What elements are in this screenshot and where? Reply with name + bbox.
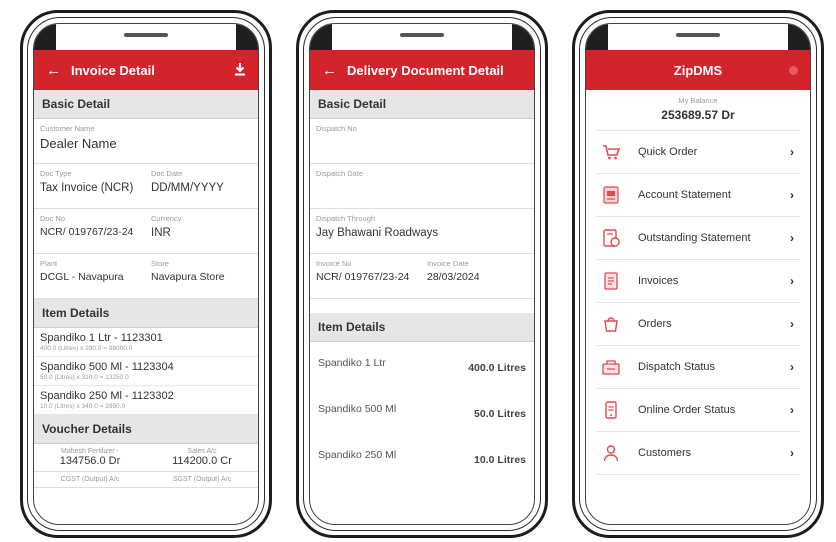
chevron-right-icon: › — [790, 403, 794, 417]
dispatch-icon — [602, 360, 620, 375]
phone-home: ZipDMS My Balance 253689.57 Dr Quick Ord… — [572, 10, 824, 538]
screen: ← Delivery Document Detail Basic Detail … — [309, 23, 535, 525]
menu-item-outstanding-statement[interactable]: Outstanding Statement › — [596, 217, 800, 260]
basic-detail-header: Basic Detail — [310, 90, 534, 119]
chevron-right-icon: › — [790, 360, 794, 374]
phone-invoice-detail: ← Invoice Detail Basic Detail Customer N… — [20, 10, 272, 538]
notification-dot-icon[interactable] — [789, 66, 798, 75]
app-bar: ZipDMS — [586, 50, 810, 90]
menu-item-orders[interactable]: Orders › — [596, 303, 800, 346]
item-details-header: Item Details — [34, 299, 258, 328]
home-content: My Balance 253689.57 Dr Quick Order › Ac… — [586, 90, 810, 524]
list-item[interactable]: Spandiko 1 Ltr 400.0 Litres — [310, 342, 534, 388]
menu-item-quick-order[interactable]: Quick Order › — [596, 131, 800, 174]
balance-card: My Balance 253689.57 Dr — [596, 90, 800, 131]
plant-field: Plant DCGL - Navapura — [40, 259, 124, 283]
doc-date-field: Doc Date DD/MM/YYYY — [151, 169, 224, 194]
menu-item-account-statement[interactable]: Account Statement › — [596, 174, 800, 217]
invoice-content: Basic Detail Customer Name Dealer Name D… — [34, 90, 258, 524]
voucher-item: CGST (Output) A/c — [60, 476, 120, 483]
page-title: Delivery Document Detail — [347, 62, 504, 78]
list-item[interactable]: Spandiko 500 Ml 50.0 Litres — [310, 388, 534, 434]
customer-icon — [603, 445, 619, 462]
back-arrow-icon[interactable]: ← — [46, 62, 61, 79]
chevron-right-icon: › — [790, 446, 794, 460]
phone-delivery-detail: ← Delivery Document Detail Basic Detail … — [296, 10, 548, 538]
basic-detail-header: Basic Detail — [34, 90, 258, 119]
app-bar: ← Invoice Detail — [34, 50, 258, 90]
phone-notch — [86, 24, 206, 50]
statement-icon — [603, 186, 619, 204]
delivery-content: Basic Detail Dispatch No Dispatch Date D… — [310, 90, 534, 524]
doc-no-field: Doc No NCR/ 019767/23-24 — [40, 214, 134, 238]
voucher-item: SGST (Output) A/c — [172, 476, 232, 483]
screen: ← Invoice Detail Basic Detail Customer N… — [33, 23, 259, 525]
list-item[interactable]: Spandiko 250 Ml 10.0 Litres — [310, 434, 534, 480]
menu-item-online-order-status[interactable]: Online Order Status › — [596, 389, 800, 432]
chevron-right-icon: › — [790, 317, 794, 331]
store-field: Store Navapura Store — [151, 259, 225, 283]
page-title: Invoice Detail — [71, 62, 155, 78]
chevron-right-icon: › — [790, 231, 794, 245]
menu-item-customers[interactable]: Customers › — [596, 432, 800, 475]
download-icon[interactable] — [234, 62, 246, 79]
back-arrow-icon[interactable]: ← — [322, 62, 337, 79]
chevron-right-icon: › — [790, 188, 794, 202]
voucher-item: Sales A/c 114200.0 Cr — [172, 448, 232, 467]
currency-field: Currency INR — [151, 214, 182, 239]
menu-item-dispatch-status[interactable]: Dispatch Status › — [596, 346, 800, 389]
list-item[interactable]: Spandiko 250 Ml - 1123302 10.0 (Litres) … — [34, 386, 258, 415]
list-item[interactable]: Spandiko 500 Ml - 1123304 50.0 (Litres) … — [34, 357, 258, 386]
cart-icon — [603, 145, 621, 160]
doc-type-field: Doc Type Tax Invoice (NCR) — [40, 169, 134, 194]
item-details-header: Item Details — [310, 313, 534, 342]
dispatch-no-field: Dispatch No — [316, 124, 357, 133]
orders-icon — [604, 317, 618, 332]
outstanding-icon — [603, 229, 620, 247]
dispatch-through-field: Dispatch Through Jay Bhawani Roadways — [316, 214, 439, 239]
invoice-date-field: Invoice Date 28/03/2024 — [427, 259, 480, 283]
voucher-item: Mahesh Fertilizer - 134756.0 Dr — [59, 448, 121, 467]
list-item[interactable]: Spandiko 1 Ltr - 1123301 400.0 (Litres) … — [34, 328, 258, 357]
invoice-no-field: Invoice No NCR/ 019767/23-24 — [316, 259, 410, 283]
customer-name-field: Customer Name Dealer Name — [40, 124, 117, 151]
phone-notch — [638, 24, 758, 50]
invoice-icon — [604, 272, 618, 290]
online-order-icon — [605, 401, 617, 419]
app-bar: ← Delivery Document Detail — [310, 50, 534, 90]
screen: ZipDMS My Balance 253689.57 Dr Quick Ord… — [585, 23, 811, 525]
chevron-right-icon: › — [790, 274, 794, 288]
dispatch-date-field: Dispatch Date — [316, 169, 364, 178]
app-title: ZipDMS — [673, 62, 723, 78]
chevron-right-icon: › — [790, 145, 794, 159]
voucher-details-header: Voucher Details — [34, 415, 258, 444]
phone-notch — [362, 24, 482, 50]
menu-item-invoices[interactable]: Invoices › — [596, 260, 800, 303]
